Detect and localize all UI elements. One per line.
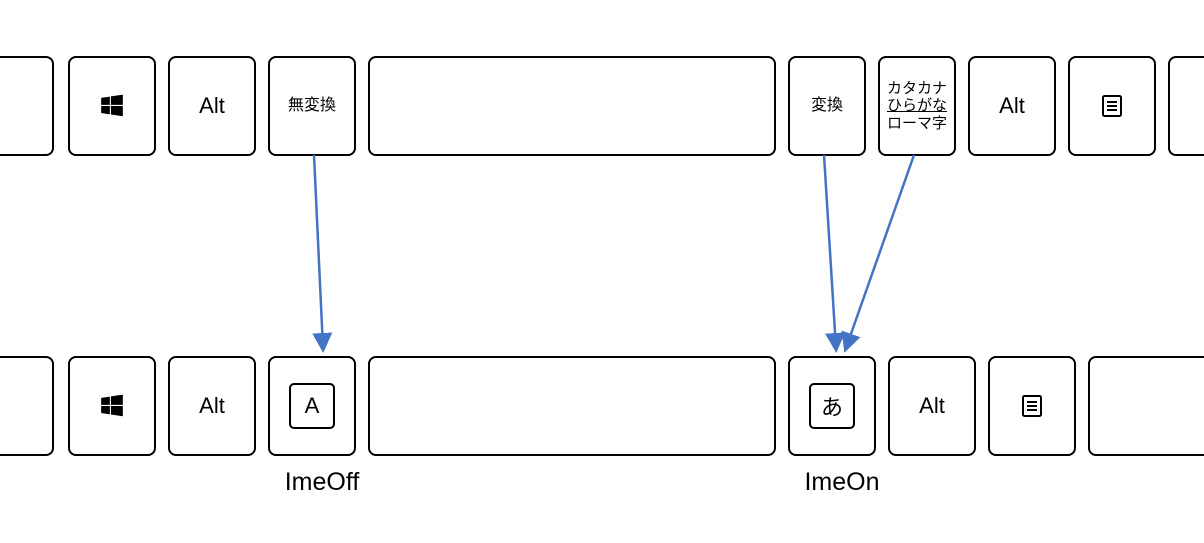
kana-line3: ローマ字 bbox=[887, 115, 947, 132]
key-fragment-right-top bbox=[1168, 56, 1204, 156]
kana-line1: カタカナ bbox=[887, 80, 947, 97]
arrow-muhenkan-to-imeoff bbox=[314, 155, 323, 348]
kana-key[interactable]: カタカナ ひらがな ローマ字 bbox=[878, 56, 956, 156]
alt-right-label-bottom: Alt bbox=[919, 394, 945, 417]
alt-left-key-top[interactable]: Alt bbox=[168, 56, 256, 156]
key-fragment-left-bottom bbox=[0, 356, 54, 456]
alt-left-label-bottom: Alt bbox=[199, 394, 225, 417]
muhenkan-label: 無変換 bbox=[288, 97, 336, 115]
ime-off-glyph-box: A bbox=[289, 383, 335, 429]
henkan-label: 変換 bbox=[811, 97, 843, 115]
muhenkan-key[interactable]: 無変換 bbox=[268, 56, 356, 156]
alt-right-label-top: Alt bbox=[999, 94, 1025, 117]
arrow-kana-to-imeon bbox=[846, 155, 914, 348]
windows-key-bottom[interactable] bbox=[68, 356, 156, 456]
ime-off-caption: ImeOff bbox=[262, 468, 382, 497]
ime-on-glyph: あ bbox=[821, 390, 843, 422]
menu-icon bbox=[1100, 94, 1124, 118]
ime-on-glyph-box: あ bbox=[809, 383, 855, 429]
henkan-key[interactable]: 変換 bbox=[788, 56, 866, 156]
menu-key-top[interactable] bbox=[1068, 56, 1156, 156]
key-fragment-right-bottom bbox=[1088, 356, 1204, 456]
menu-key-bottom[interactable] bbox=[988, 356, 1076, 456]
ime-on-caption: ImeOn bbox=[782, 468, 902, 497]
spacebar-bottom[interactable] bbox=[368, 356, 776, 456]
menu-icon bbox=[1020, 394, 1044, 418]
alt-right-key-top[interactable]: Alt bbox=[968, 56, 1056, 156]
alt-left-label-top: Alt bbox=[199, 94, 225, 117]
windows-icon bbox=[99, 393, 125, 419]
windows-icon bbox=[99, 93, 125, 119]
keyboard-remap-diagram: Alt 無変換 変換 カタカナ ひらがな ローマ字 Alt Alt A あ bbox=[0, 0, 1204, 543]
arrow-henkan-to-imeon bbox=[824, 155, 836, 348]
kana-line2: ひらがな bbox=[887, 97, 947, 114]
windows-key-top[interactable] bbox=[68, 56, 156, 156]
alt-left-key-bottom[interactable]: Alt bbox=[168, 356, 256, 456]
ime-off-key[interactable]: A bbox=[268, 356, 356, 456]
ime-on-key[interactable]: あ bbox=[788, 356, 876, 456]
spacebar-top[interactable] bbox=[368, 56, 776, 156]
alt-right-key-bottom[interactable]: Alt bbox=[888, 356, 976, 456]
key-fragment-left-top bbox=[0, 56, 54, 156]
ime-off-glyph: A bbox=[305, 393, 320, 419]
